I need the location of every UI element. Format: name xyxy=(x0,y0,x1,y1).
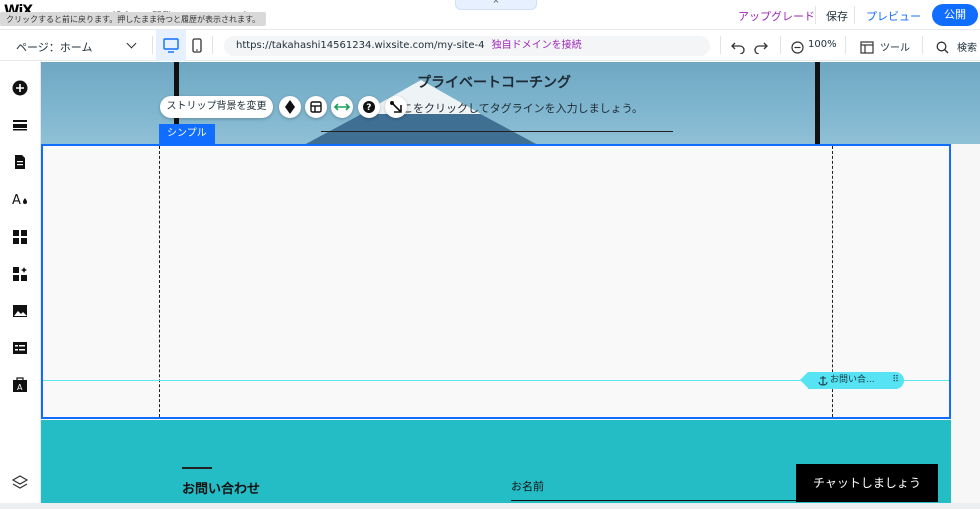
chevron-up-icon: ^ xyxy=(492,0,500,8)
redo-icon xyxy=(754,42,768,55)
divider xyxy=(845,36,846,54)
divider xyxy=(780,36,781,54)
section-name-tag[interactable]: シンプル xyxy=(159,124,215,144)
zoom-button[interactable] xyxy=(791,39,804,58)
hero-column-border xyxy=(815,62,820,144)
left-sidebar: A A xyxy=(0,62,41,509)
editor-toolbar: ページ：ホーム https://takahashi14561234.wixsit… xyxy=(0,30,980,61)
layout-icon xyxy=(310,101,322,113)
top-bar: WiX サイト 設定 開発モード ヘルプ クリックすると前に戻ります。押したまま… xyxy=(0,0,980,30)
help-button[interactable]: ? xyxy=(358,96,380,118)
drag-handle-icon[interactable]: ⠿ xyxy=(892,372,899,389)
cms-icon[interactable] xyxy=(12,340,28,356)
anchor-handle[interactable]: お問い合... ⠿ xyxy=(800,372,904,389)
sections-icon[interactable] xyxy=(12,117,28,133)
hero-subtitle[interactable]: ここをクリックしてタグラインを入力しましょう。 xyxy=(391,100,643,116)
divider xyxy=(212,36,213,54)
contact-title[interactable]: お問い合わせ xyxy=(182,478,260,497)
arrange-button[interactable] xyxy=(279,96,301,118)
preview-button[interactable]: プレビュー xyxy=(866,8,921,24)
apps-icon[interactable] xyxy=(12,229,28,245)
svg-text:A: A xyxy=(17,383,23,392)
stretch-arrows-icon xyxy=(333,103,351,111)
anchor-icon xyxy=(818,376,828,386)
media-icon[interactable] xyxy=(12,303,28,319)
divider xyxy=(152,36,153,54)
undo-tooltip: クリックすると前に戻ります。押したまま待つと履歴が表示されます。 xyxy=(0,12,267,26)
design-icon[interactable]: A xyxy=(12,191,28,208)
publish-button[interactable]: 公開 xyxy=(932,4,978,26)
mobile-view-button[interactable] xyxy=(190,38,204,58)
collapse-topbar-button[interactable]: ^ xyxy=(455,0,537,10)
tools-button[interactable]: ツール xyxy=(880,39,910,54)
search-icon xyxy=(936,39,949,58)
layers-arrange-icon xyxy=(285,100,295,114)
pages-icon[interactable] xyxy=(12,154,28,170)
zoom-out-icon xyxy=(791,41,804,54)
chevron-down-icon[interactable] xyxy=(126,38,137,49)
chat-button[interactable]: チャットしましょう xyxy=(796,464,938,502)
page-select[interactable]: ページ：ホーム xyxy=(16,39,92,55)
divider xyxy=(922,36,923,54)
site-url: https://takahashi14561234.wixsite.com/my… xyxy=(236,40,485,51)
divider xyxy=(854,6,855,24)
undo-button[interactable] xyxy=(731,39,745,58)
name-field[interactable] xyxy=(511,500,801,501)
change-strip-background-button[interactable]: ストリップ背景を変更 xyxy=(160,96,273,118)
animation-icon xyxy=(390,101,402,113)
layers-icon[interactable] xyxy=(11,474,29,490)
add-icon[interactable] xyxy=(12,80,28,96)
search-button[interactable]: 検索 xyxy=(957,39,977,54)
animation-button[interactable] xyxy=(385,96,407,118)
hero-divider xyxy=(321,131,673,132)
save-button[interactable]: 保存 xyxy=(826,8,848,24)
desktop-icon xyxy=(163,38,179,53)
zoom-level[interactable]: 100% xyxy=(808,39,837,50)
divider xyxy=(815,6,816,24)
site-url-bar[interactable]: https://takahashi14561234.wixsite.com/my… xyxy=(224,36,710,56)
undo-icon xyxy=(731,42,745,55)
hero-title[interactable]: プライベートコーチング xyxy=(417,72,571,92)
desktop-view-button[interactable] xyxy=(156,30,186,61)
layout-button[interactable] xyxy=(305,96,327,118)
business-apps-icon[interactable] xyxy=(12,266,28,282)
redo-button[interactable] xyxy=(754,39,768,58)
contact-divider xyxy=(182,467,212,469)
upgrade-link[interactable]: アップグレード xyxy=(738,8,815,24)
portfolio-icon[interactable]: A xyxy=(12,377,28,393)
stretch-button[interactable] xyxy=(331,96,353,118)
grid-guide-left xyxy=(159,146,160,417)
tools-icon xyxy=(860,39,874,58)
connect-domain-link[interactable]: 独自ドメインを接続 xyxy=(492,40,582,51)
horizontal-scrollbar[interactable] xyxy=(0,503,980,509)
svg-text:?: ? xyxy=(366,103,371,113)
name-field-label: お名前 xyxy=(511,480,544,493)
anchor-label: お問い合... xyxy=(830,375,875,385)
mobile-icon xyxy=(192,38,202,53)
help-icon: ? xyxy=(363,101,375,113)
divider xyxy=(720,36,721,54)
svg-text:A: A xyxy=(12,193,21,207)
